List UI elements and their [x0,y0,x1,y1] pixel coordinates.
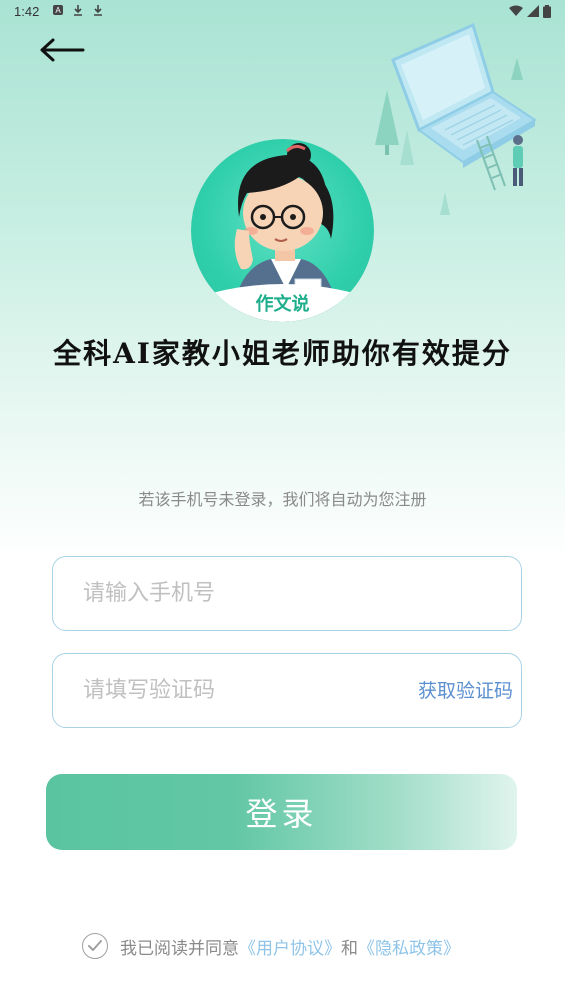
download-icon [74,5,82,16]
user-agreement-link[interactable]: 《用户协议》 [239,934,341,959]
phone-input[interactable] [83,557,383,630]
tree-icon [400,130,414,165]
tagline: 全科AI家教小姐老师助你有效提分 [53,337,512,370]
arrow-left-icon [40,38,85,62]
agreement-prefix: 我已阅读并同意 [120,938,239,959]
agreement-row: 我已阅读并同意 《用户协议》 和 《隐私政策》 [82,932,460,960]
tree-icon [440,192,450,215]
laptop-illustration [375,22,537,215]
code-input[interactable] [83,654,383,727]
app-store-icon: A [53,5,63,15]
check-icon [88,940,102,951]
login-button[interactable]: 登录 [46,774,517,850]
tree-icon [375,90,399,155]
privacy-policy-link[interactable]: 《隐私政策》 [358,934,460,959]
download-icon [94,5,102,16]
agree-checkbox[interactable] [82,933,108,959]
person-icon [513,135,523,186]
signal-icon [527,5,539,17]
status-time: 1:42 [14,4,40,19]
wifi-icon [509,5,523,16]
get-code-button[interactable]: 获取验证码 [418,654,513,727]
brand-logo-text: 作文说 [255,294,310,315]
status-system-icons [509,5,551,18]
agreement-conjunction: 和 [341,938,358,959]
svg-text:A: A [55,6,61,15]
code-field: 获取验证码 [52,653,522,728]
back-button[interactable] [38,36,86,64]
battery-icon [543,5,551,18]
status-notification-icons: A [52,4,104,16]
tree-icon [511,58,523,80]
phone-field [52,556,522,631]
register-notice: 若该手机号未登录，我们将自动为您注册 [138,490,427,509]
